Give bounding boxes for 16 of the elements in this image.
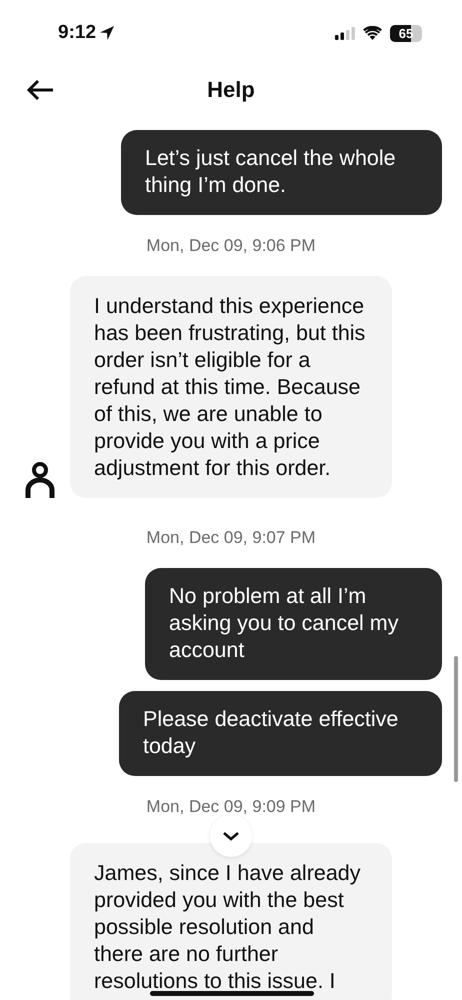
message-timestamp: Mon, Dec 09, 9:06 PM (146, 236, 316, 256)
message-timestamp: Mon, Dec 09, 9:09 PM (146, 797, 316, 817)
scroll-down-button[interactable] (210, 815, 252, 857)
sent-message-bubble: Let’s just cancel the whole thing I’m done. (121, 130, 442, 215)
back-arrow-icon[interactable] (26, 79, 54, 101)
chevron-down-icon (221, 830, 241, 842)
received-message-bubble: I understand this experience has been frustrating, but this order isn’t eligible for a refund at this time. Because of this, we are unable to provide you with a price adjustment for this order. (70, 276, 392, 498)
signal-icon (335, 26, 355, 40)
sent-message-bubble: Please deactivate effective today (119, 691, 442, 776)
header-title: Help (207, 77, 255, 103)
wifi-icon (363, 26, 382, 40)
sent-message-bubble: No problem at all I’m asking you to cancel my account (145, 568, 442, 680)
location-arrow-icon (99, 25, 116, 41)
received-message-bubble: James, since I have already provided you with the best possible resolution and there are no further resolutions to this issue. I (70, 843, 392, 1000)
status-time: 9:12 (58, 22, 96, 44)
message-timestamp: Mon, Dec 09, 9:07 PM (146, 528, 316, 548)
